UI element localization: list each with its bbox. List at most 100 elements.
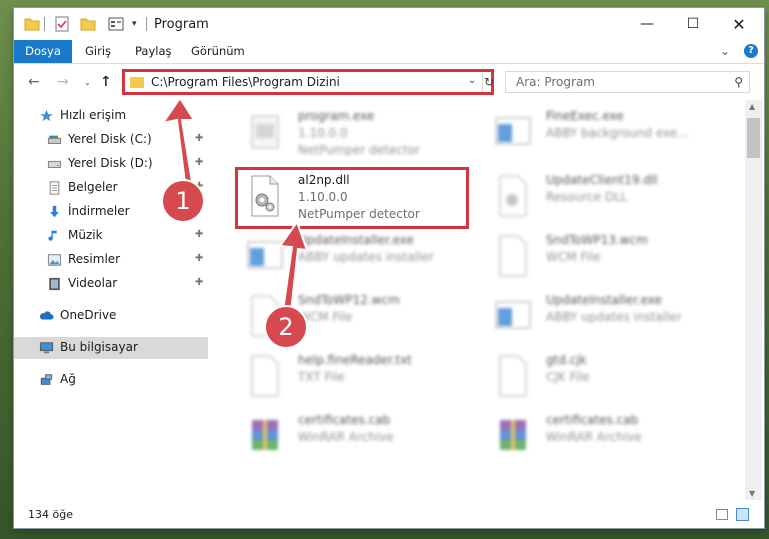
drive-icon (47, 135, 62, 144)
file-item[interactable]: SndToWP13.wcm WCM File (482, 228, 722, 284)
file-item[interactable]: UpdateClient19.dll Resource DLL (482, 168, 722, 224)
scroll-thumb[interactable] (747, 118, 760, 158)
file-item[interactable]: certificates.cab WinRAR Archive (234, 408, 474, 464)
sidebar-item-label: Belgeler (68, 180, 118, 194)
video-icon (49, 277, 60, 291)
separator (146, 17, 147, 31)
archive-icon (252, 420, 278, 450)
file-type: WCM File (298, 310, 353, 324)
sidebar-item-network[interactable]: Ağ (14, 369, 208, 391)
file-item[interactable]: FineExec.exe ABBY background exe... (482, 104, 722, 160)
up-button[interactable]: ↑ (100, 74, 112, 90)
vertical-scrollbar[interactable]: ▲ ▼ (745, 100, 762, 500)
file-type: ABBY updates installer (298, 250, 434, 264)
tab-view[interactable]: Görünüm (191, 40, 245, 63)
properties-check-icon[interactable] (54, 16, 70, 32)
sidebar-item-label: Yerel Disk (C:) (68, 132, 152, 146)
sidebar-item-local-disk-c[interactable]: Yerel Disk (C:) ✚ (14, 129, 208, 151)
scroll-down-icon[interactable]: ▼ (749, 489, 755, 498)
details-view-icon[interactable] (716, 509, 728, 520)
navigation-bar: ← → ⌄ ↑ C:\Program Files\Program Dizini … (14, 64, 764, 100)
scroll-up-icon[interactable]: ▲ (749, 102, 755, 111)
exe-icon (251, 115, 279, 149)
sidebar-item-label: İndirmeler (68, 204, 130, 218)
tab-file[interactable]: Dosya (14, 40, 72, 63)
sidebar-item-quick-access[interactable]: Hızlı erişim (14, 105, 208, 127)
pin-icon[interactable]: ✚ (195, 229, 203, 240)
expand-ribbon-icon[interactable]: ⌄ (720, 40, 730, 63)
download-icon (50, 205, 59, 218)
search-input[interactable]: Ara: Program ⚲ (505, 71, 750, 93)
app-icon (495, 117, 531, 145)
back-button[interactable]: ← (28, 74, 40, 90)
sidebar-item-onedrive[interactable]: OneDrive (14, 305, 208, 327)
rename-icon[interactable] (108, 16, 124, 32)
file-type: ABBY updates installer (546, 310, 682, 324)
sidebar-item-label: Ağ (60, 372, 76, 386)
search-icon[interactable]: ⚲ (734, 75, 743, 89)
separator (44, 17, 45, 31)
refresh-button[interactable]: ↻ (482, 72, 495, 92)
help-icon[interactable]: ? (744, 44, 758, 58)
sidebar-item-local-disk-d[interactable]: Yerel Disk (D:) ✚ (14, 153, 208, 175)
dll-icon (499, 175, 527, 217)
star-icon (40, 109, 53, 122)
step-1-badge: 1 (161, 179, 205, 223)
folder-icon[interactable] (24, 16, 40, 32)
new-folder-icon[interactable] (80, 16, 96, 32)
file-icon (499, 235, 527, 277)
recent-locations-button[interactable]: ⌄ (84, 78, 91, 87)
app-icon (247, 241, 283, 269)
network-icon (40, 374, 53, 385)
computer-icon (39, 342, 54, 354)
pin-icon[interactable]: ✚ (195, 157, 203, 168)
file-item[interactable]: help.fineReader.txt TXT File (234, 348, 474, 404)
step-2-badge: 2 (264, 305, 308, 349)
cloud-icon (39, 311, 54, 320)
address-path[interactable]: C:\Program Files\Program Dizini (151, 75, 340, 89)
pin-icon[interactable]: ✚ (195, 253, 203, 264)
file-list: program.exe 1.10.0.0 NetPumper detector Fi… (224, 100, 744, 500)
forward-button[interactable]: → (57, 74, 69, 90)
file-item[interactable]: certificates.cab WinRAR Archive (482, 408, 722, 464)
ribbon-tabs: Dosya Giriş Paylaş Görünüm ⌄ ? (14, 40, 764, 64)
sidebar-item-this-pc[interactable]: Bu bilgisayar (14, 337, 208, 359)
sidebar-item-label: Müzik (68, 228, 103, 242)
address-bar[interactable]: C:\Program Files\Program Dizini ⌄ ↻ (122, 69, 494, 95)
drive-icon (47, 160, 62, 168)
file-name: SndToWP12.wcm (298, 293, 400, 307)
large-icons-view-icon[interactable] (736, 508, 749, 521)
maximize-button[interactable]: ☐ (670, 8, 716, 40)
file-item[interactable]: UpdateInstaller.exe ABBY updates installe… (234, 228, 474, 284)
status-bar: 134 öğe (14, 502, 764, 528)
chevron-down-icon[interactable]: ⌄ (468, 75, 476, 86)
file-type: ABBY background exe... (546, 126, 689, 140)
document-icon (49, 181, 60, 195)
folder-icon (130, 77, 144, 88)
tab-share[interactable]: Paylaş (135, 40, 172, 63)
sidebar-item-label: Videolar (68, 276, 118, 290)
file-icon (251, 355, 279, 397)
close-button[interactable]: ✕ (716, 8, 762, 40)
file-name: UpdateClient19.dll (546, 173, 658, 187)
file-item[interactable]: UpdateInstaller.exe ABBY updates installe… (482, 288, 722, 344)
file-name: help.fineReader.txt (298, 353, 412, 367)
sidebar-item-label: Yerel Disk (D:) (68, 156, 153, 170)
pin-icon[interactable]: ✚ (195, 133, 203, 144)
window-title: Program (154, 17, 209, 32)
minimize-button[interactable]: — (624, 8, 670, 40)
file-item[interactable]: program.exe 1.10.0.0 NetPumper detector (234, 104, 474, 160)
file-icon (499, 355, 527, 397)
item-count: 134 öğe (28, 508, 73, 521)
sidebar-item-pictures[interactable]: Resimler ✚ (14, 249, 208, 271)
file-name: certificates.cab (546, 413, 639, 427)
file-type: TXT File (298, 370, 345, 384)
tab-home[interactable]: Giriş (85, 40, 111, 63)
navigation-pane: Hızlı erişim Yerel Disk (C:) ✚ Yerel Dis… (14, 100, 208, 500)
file-name: UpdateInstaller.exe (546, 293, 662, 307)
sidebar-item-videos[interactable]: Videolar ✚ (14, 273, 208, 295)
pictures-icon (47, 254, 62, 266)
sidebar-item-music[interactable]: Müzik ✚ (14, 225, 208, 247)
file-item[interactable]: gtd.cjk CJK File (482, 348, 722, 404)
pin-icon[interactable]: ✚ (195, 277, 203, 288)
